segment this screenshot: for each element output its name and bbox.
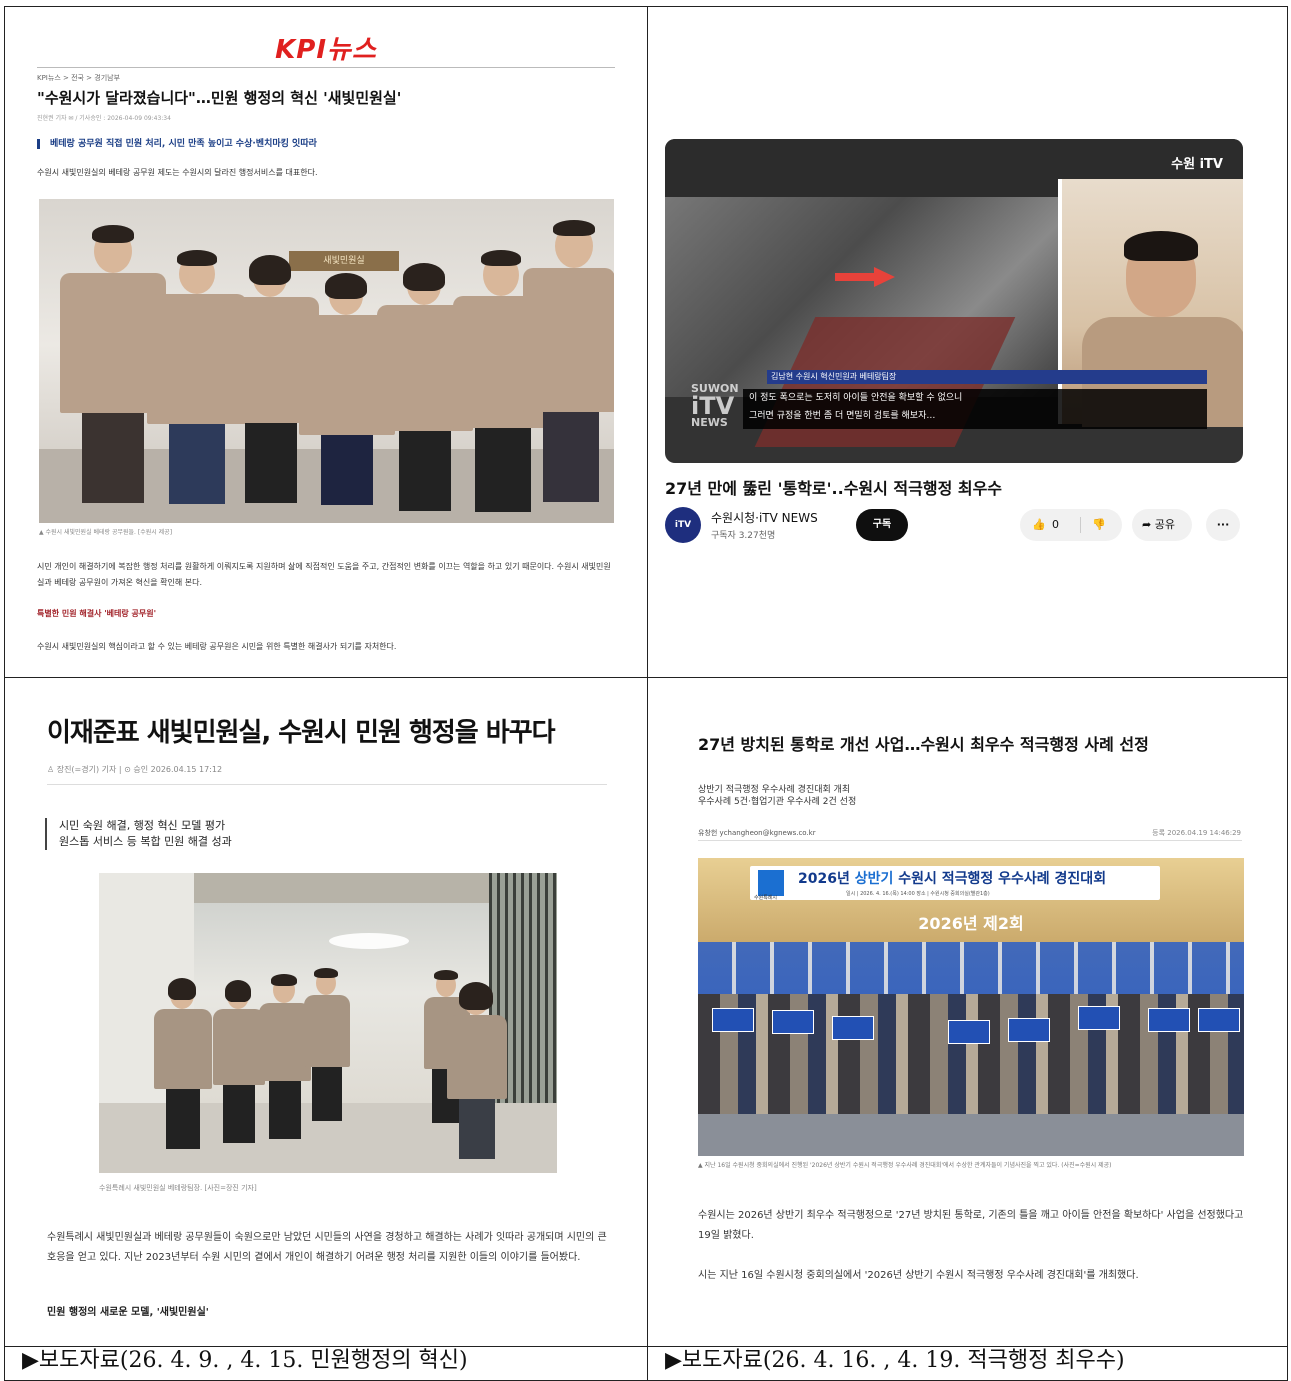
- more-options-icon[interactable]: ···: [1206, 509, 1240, 541]
- suwon-city-logo-icon: [758, 870, 784, 896]
- article-body: 수원특례시 새빛민원실과 베테랑 공무원들이 숙원으로만 남았던 시민들의 사연…: [47, 1232, 607, 1263]
- award-sign: [712, 1008, 754, 1032]
- press-release-label-right: ▶보도자료(26. 4. 16. , 4. 19. 적극행정 최우수): [665, 1348, 1125, 1373]
- itv-brand-logo: 수원 iTV: [1171, 157, 1223, 172]
- event-title-rest: 수원시 적극행정 우수사례 경진대회: [898, 871, 1107, 887]
- video-street-scene: [665, 197, 1065, 447]
- collage-table: KPI뉴스 KPI뉴스 > 전국 > 경기남부 "수원시가 달라졌습니다"…민원…: [4, 6, 1288, 1381]
- award-sign: [948, 1020, 990, 1044]
- office-sign: 새빛민원실: [289, 251, 399, 271]
- award-sign: [1148, 1008, 1190, 1032]
- kpi-news-logo: KPI뉴스: [275, 35, 377, 65]
- channel-name[interactable]: 수원시청·iTV NEWS: [711, 509, 818, 526]
- share-label: 공유: [1154, 518, 1175, 531]
- held-signs-row: [698, 942, 1244, 1002]
- award-sign: [1008, 1018, 1050, 1042]
- article-headline: 27년 방치된 통학로 개선 사업…수원시 최우수 적극행정 사례 선정: [698, 735, 1149, 754]
- event-title: 2026년 상반기 수원시 적극행정 우수사례 경진대회: [798, 868, 1106, 888]
- headline-divider: [47, 784, 607, 785]
- event-title-year: 2026년: [798, 871, 850, 887]
- like-count: 0: [1052, 518, 1059, 531]
- article-body-2: 시는 지난 16일 수원시청 중회의실에서 '2026년 상반기 수원시 적극행…: [698, 1270, 1139, 1281]
- office-lobby-photo: [99, 873, 557, 1173]
- award-sign: [832, 1016, 874, 1040]
- article-lead: 수원시 새빛민원실의 베테랑 공무원 제도는 수원시의 달라진 행정서비스를 대…: [37, 168, 318, 177]
- subtitle-line-2: 그러면 규정을 한번 좀 더 면밀히 검토를 해보자…: [749, 411, 936, 421]
- news-article-active-administration: 27년 방치된 통학로 개선 사업…수원시 최우수 적극행정 사례 선정 상반기…: [648, 678, 1289, 1346]
- ceiling-light: [329, 933, 409, 949]
- veteran-staff-photo: 새빛민원실: [39, 199, 614, 523]
- news-article-new-civil-service: 이재준표 새빛민원실, 수원시 민원 행정을 바꾸다 ♙ 장진(=경기) 기자 …: [5, 678, 647, 1346]
- photo-caption: 수원특례시 새빛민원실 베테랑팀장. [사진=장진 기자]: [99, 1184, 257, 1192]
- article-headline: 이재준표 새빛민원실, 수원시 민원 행정을 바꾸다: [47, 718, 556, 748]
- itv-watermark: SUWON iTV NEWS: [691, 383, 739, 429]
- article-subheads: 상반기 적극행정 우수사례 경진대회 개최 우수사례 5건·협업기관 우수사례 …: [698, 784, 856, 808]
- photo-caption: ▲ 수원시 새빛민원실 베테랑 공무원들. [수원시 제공]: [39, 529, 173, 536]
- award-sign: [1198, 1008, 1240, 1032]
- video-player[interactable]: 수원 iTV SUWON iTV NEWS 김남현 수원시 혁신민원과 베테랑팀…: [665, 139, 1243, 463]
- article-body-2: 수원시 새빛민원실의 핵심이라고 할 수 있는 베테랑 공무원은 시민을 위한 …: [37, 642, 397, 651]
- article-section-subhead: 민원 행정의 새로운 모델, '새빛민원실': [47, 1307, 209, 1318]
- subhead-line-1: 상반기 적극행정 우수사례 경진대회 개최: [698, 785, 851, 795]
- kpi-news-article: KPI뉴스 KPI뉴스 > 전국 > 경기남부 "수원시가 달라졌습니다"…민원…: [5, 7, 647, 677]
- article-date: 등록 2026.04.19 14:46:29: [1152, 829, 1241, 837]
- article-title: "수원시가 달라졌습니다"…민원 행정의 혁신 '새빛민원실': [37, 89, 402, 107]
- share-icon: ➦: [1142, 518, 1152, 531]
- thumbs-down-icon[interactable]: 👎: [1092, 509, 1106, 541]
- article-section-subhead: 특별한 민원 해결사 '베테랑 공무원': [37, 609, 157, 618]
- subscribe-button[interactable]: 구독: [856, 509, 908, 541]
- interviewee-hair: [1124, 231, 1198, 261]
- event-organizer: 수원특례시: [754, 895, 778, 901]
- photo-caption: ▲ 지난 16일 수원시청 중회의실에서 진행된 '2026년 상반기 수원시 …: [698, 1162, 1112, 1169]
- share-button[interactable]: ➦ 공유: [1132, 509, 1192, 541]
- video-title[interactable]: 27년 만에 뚫린 '통학로'..수원시 적극행정 최우수: [665, 475, 1002, 499]
- article-subhead: 베테랑 공무원 직접 민원 처리, 시민 만족 높이고 수상·벤치마킹 잇따라: [37, 139, 317, 149]
- subhead-line-1: 시민 숙원 해결, 행정 혁신 모델 평가: [59, 819, 226, 832]
- award-sign: [1078, 1006, 1120, 1030]
- video-interview-scene: [1058, 179, 1243, 427]
- subhead-line-2: 원스톱 서비스 등 복합 민원 해결 성과: [59, 835, 232, 848]
- award-sign: [772, 1010, 814, 1034]
- like-divider: [1080, 517, 1081, 533]
- channel-avatar[interactable]: iTV: [665, 507, 701, 543]
- article-meta: ♙ 장진(=경기) 기자 | ⊙ 승인 2026.04.15 17:12: [47, 765, 223, 774]
- article-body: 시민 개인이 해결하기에 복잡한 행정 처리를 원활하게 이뤄지도록 지원하며 …: [37, 562, 611, 587]
- subhead-line-2: 우수사례 5건·협업기관 우수사례 2건 선정: [698, 797, 857, 807]
- event-info: 일시 | 2026. 4. 16.(목) 14:00 장소 | 수원시청 중회의…: [846, 891, 990, 897]
- event-round: 2026년 제2회: [918, 914, 1024, 933]
- thumbs-up-icon[interactable]: 👍: [1032, 509, 1046, 541]
- red-arrow-icon: [835, 267, 895, 287]
- lower-third-subtitle: 이 정도 폭으로는 도저히 아이들 안전을 확보할 수 없으니 그러면 규정을 …: [743, 389, 1207, 429]
- floor: [698, 1114, 1244, 1156]
- award-ceremony-photo: 수원특례시 2026년 상반기 수원시 적극행정 우수사례 경진대회 일시 | …: [698, 858, 1244, 1156]
- event-title-highlight: 상반기: [854, 871, 894, 887]
- article-author: 유창헌 ychangheon@kgnews.co.kr: [698, 829, 816, 837]
- meta-divider: [698, 840, 1242, 841]
- article-meta: 진현권 기자 ✉ / 기사승인 : 2026-04-09 09:43:34: [37, 115, 171, 122]
- press-release-label-left: ▶보도자료(26. 4. 9. , 4. 15. 민원행정의 혁신): [22, 1348, 468, 1373]
- article-subheads: 시민 숙원 해결, 행정 혁신 모델 평가 원스톱 서비스 등 복합 민원 해결…: [45, 818, 232, 850]
- youtube-video-card: 수원 iTV SUWON iTV NEWS 김남현 수원시 혁신민원과 베테랑팀…: [648, 7, 1289, 677]
- lower-third-name: 김남현 수원시 혁신민원과 베테랑팀장: [767, 370, 1207, 384]
- subtitle-line-1: 이 정도 폭으로는 도저히 아이들 안전을 확보할 수 없으니: [749, 393, 963, 403]
- logo-divider: [37, 67, 615, 68]
- like-dislike-group: 👍 0 👎: [1020, 509, 1122, 541]
- subscriber-count: 구독자 3.27천명: [711, 531, 776, 541]
- article-body: 수원시는 2026년 상반기 최우수 적극행정으로 '27년 방치된 통학로, …: [698, 1210, 1244, 1241]
- breadcrumb: KPI뉴스 > 전국 > 경기남부: [37, 74, 121, 82]
